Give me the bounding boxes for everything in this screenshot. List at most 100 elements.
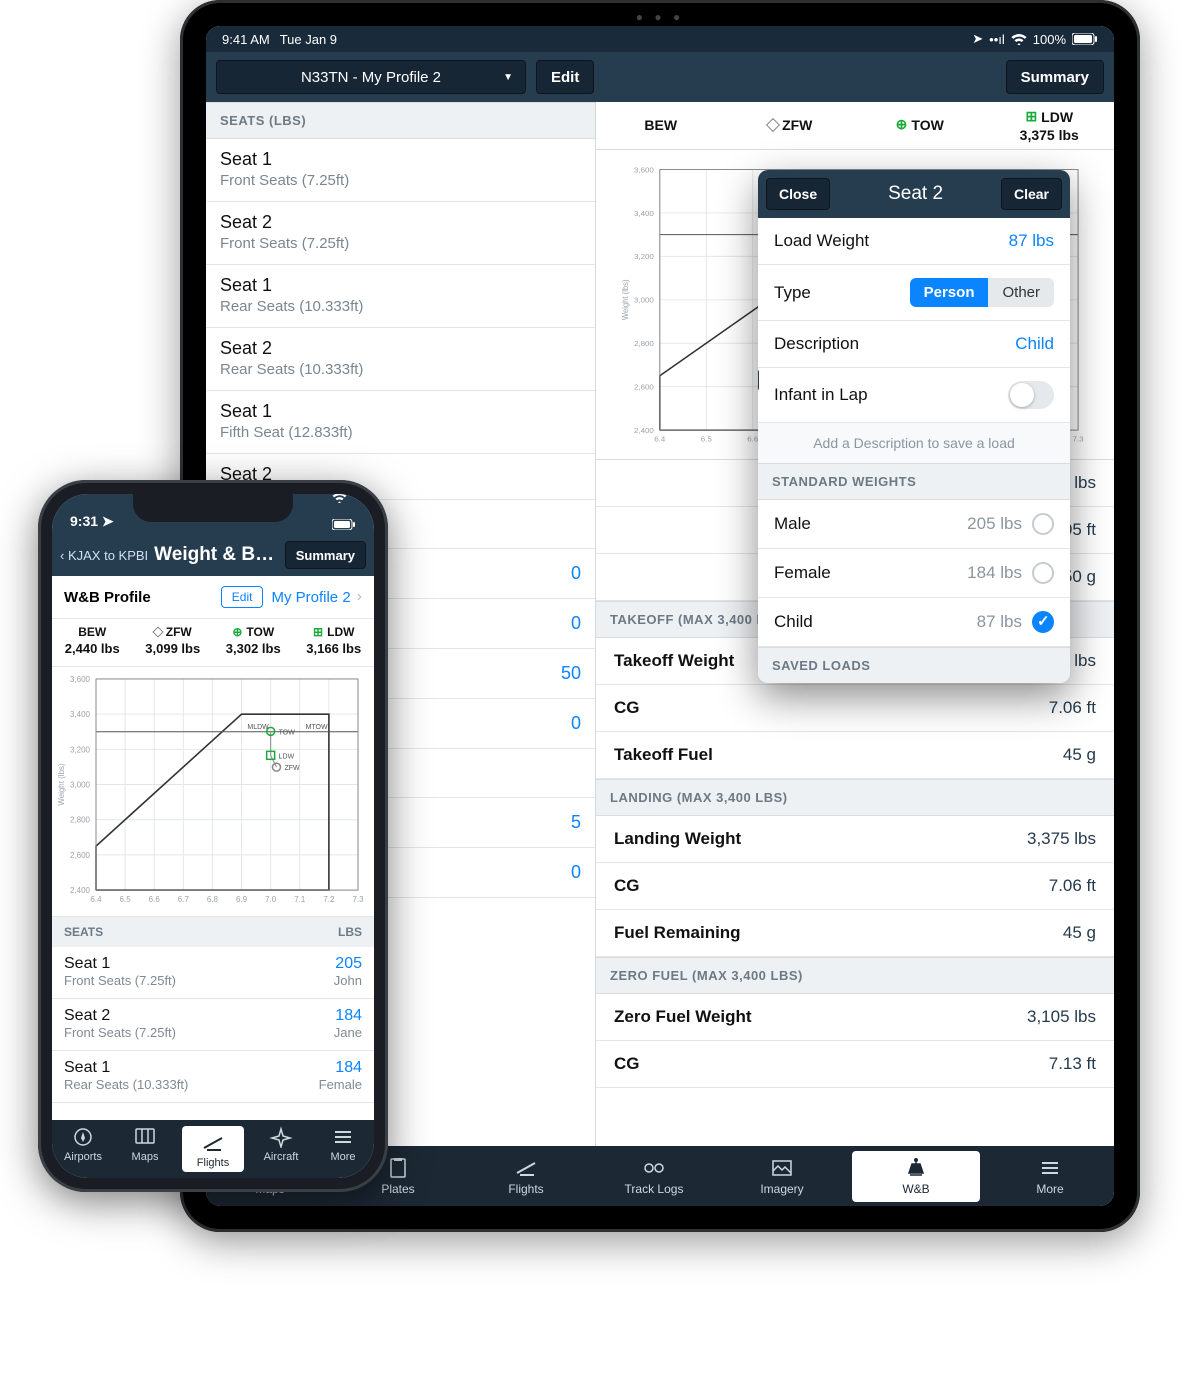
camera-dots: ● ● ●	[636, 10, 684, 24]
item-value: 0	[571, 862, 581, 883]
svg-text:2,800: 2,800	[70, 816, 91, 825]
seat-row[interactable]: Seat 1 Rear Seats (10.333ft)	[206, 265, 595, 328]
seat-weight: 184	[334, 1007, 362, 1025]
seat-subtitle: Front Seats (7.25ft)	[64, 973, 176, 988]
type-row: Type Person Other	[758, 265, 1070, 321]
iphone-tabbar: Airports Maps Flights Aircraft More	[52, 1120, 374, 1178]
radio-button[interactable]	[1032, 562, 1054, 584]
back-button[interactable]: ‹ KJAX to KPBI	[60, 548, 148, 563]
close-button[interactable]: Close	[766, 178, 830, 210]
svg-text:TOW: TOW	[279, 729, 296, 736]
standard-weight-row[interactable]: Male 205 lbs	[758, 500, 1070, 549]
seat-name: Jane	[334, 1025, 362, 1040]
tab-w&b[interactable]: W&B	[852, 1151, 980, 1202]
popover-header: Close Seat 2 Clear	[758, 170, 1070, 218]
tab-imagery[interactable]: Imagery	[718, 1151, 846, 1202]
edit-button[interactable]: Edit	[221, 586, 264, 608]
summary-row: CG 7.06 ft	[596, 685, 1114, 732]
row-value: 7.06 ft	[1049, 876, 1096, 896]
type-option-other[interactable]: Other	[988, 278, 1054, 307]
row-value: 3,375 lbs	[1027, 829, 1096, 849]
seat-subtitle: Front Seats (7.25ft)	[220, 172, 581, 189]
tab-label: Airports	[64, 1151, 102, 1163]
tab-more[interactable]: More	[312, 1120, 374, 1178]
radio-button[interactable]	[1032, 513, 1054, 535]
description-row[interactable]: Description Child	[758, 321, 1070, 368]
svg-text:7.2: 7.2	[323, 895, 335, 904]
infant-label: Infant in Lap	[774, 385, 868, 405]
tab-flights[interactable]: Flights	[462, 1151, 590, 1202]
svg-text:7.3: 7.3	[352, 895, 364, 904]
profile-dropdown-label: N33TN - My Profile 2	[301, 69, 441, 86]
ipad-status-bar: 9:41 AM Tue Jan 9 ➤ ••ıl 100%	[206, 26, 1114, 52]
svg-text:6.5: 6.5	[701, 435, 713, 444]
track logs-icon	[642, 1157, 666, 1179]
radio-button[interactable]	[1032, 611, 1054, 633]
summary-button[interactable]: Summary	[285, 541, 366, 569]
svg-text:3,200: 3,200	[70, 745, 91, 754]
status-time: 9:41 AM	[222, 32, 270, 47]
status-date: Tue Jan 9	[280, 32, 337, 47]
seat-row[interactable]: Seat 1 Fifth Seat (12.833ft)	[206, 391, 595, 454]
seat-row[interactable]: Seat 1 Rear Seats (10.333ft) 184 Female	[52, 1051, 374, 1103]
flights-icon	[201, 1132, 225, 1154]
iphone-header: ‹ KJAX to KPBI Weight & Bala... Summary	[52, 534, 374, 576]
seat-title: Seat 2	[220, 338, 581, 359]
imagery-icon	[770, 1157, 794, 1179]
row-label: CG	[614, 876, 640, 896]
infant-row: Infant in Lap	[758, 368, 1070, 423]
svg-text:6.7: 6.7	[178, 895, 190, 904]
summary-row: CG 7.13 ft	[596, 1041, 1114, 1088]
signal-icon: ••ıl	[989, 32, 1005, 47]
tab-aircraft[interactable]: Aircraft	[250, 1120, 312, 1178]
clear-button[interactable]: Clear	[1001, 178, 1062, 210]
svg-text:LDW: LDW	[279, 753, 295, 760]
edit-button[interactable]: Edit	[536, 60, 594, 94]
profile-row[interactable]: W&B Profile Edit My Profile 2 ›	[52, 576, 374, 619]
svg-text:2,400: 2,400	[70, 886, 91, 895]
tab-airports[interactable]: Airports	[52, 1120, 114, 1178]
summary-bar: BEW ZFW ⊕ TOW ⊞ LDW3,375 lbs	[596, 102, 1114, 150]
summary-row: Zero Fuel Weight 3,105 lbs	[596, 994, 1114, 1041]
seat-edit-popover: Close Seat 2 Clear Load Weight 87 lbs Ty…	[758, 170, 1070, 683]
standard-weight-row[interactable]: Female 184 lbs	[758, 549, 1070, 598]
iphone-status-icons: ıll	[332, 494, 356, 530]
svg-text:2,800: 2,800	[634, 339, 655, 348]
seat-title: Seat 1	[220, 275, 581, 296]
description-value: Child	[1015, 334, 1054, 354]
chevron-right-icon: ›	[357, 588, 362, 606]
tab-more[interactable]: More	[986, 1151, 1114, 1202]
type-option-person[interactable]: Person	[910, 278, 989, 307]
standard-name: Child	[774, 612, 813, 632]
type-segmented[interactable]: Person Other	[910, 278, 1054, 307]
seat-row[interactable]: Seat 2 Front Seats (7.25ft)	[206, 202, 595, 265]
seat-title: Seat 1	[64, 1059, 188, 1077]
tab-maps[interactable]: Maps	[114, 1120, 176, 1178]
svg-text:ZFW: ZFW	[284, 765, 300, 772]
seat-subtitle: Front Seats (7.25ft)	[64, 1025, 176, 1040]
summary-bar: BEW2,440 lbs ZFW3,099 lbs ⊕ TOW3,302 lbs…	[52, 619, 374, 667]
load-weight-row[interactable]: Load Weight 87 lbs	[758, 218, 1070, 265]
col-lbs: LBS	[338, 925, 362, 939]
svg-text:Weight (lbs): Weight (lbs)	[57, 763, 66, 806]
profile-dropdown[interactable]: N33TN - My Profile 2	[216, 60, 526, 94]
summary-tow: ⊕ TOW3,302 lbs	[213, 625, 294, 656]
summary-button[interactable]: Summary	[1006, 60, 1104, 94]
row-value: 7.13 ft	[1049, 1054, 1096, 1074]
item-value: 5	[571, 812, 581, 833]
tab-track logs[interactable]: Track Logs	[590, 1151, 718, 1202]
summary-ldw: ⊞ LDW3,166 lbs	[294, 625, 375, 656]
summary-row: CG 7.06 ft	[596, 863, 1114, 910]
standard-weight-row[interactable]: Child 87 lbs	[758, 598, 1070, 647]
tab-label: Maps	[132, 1151, 159, 1163]
seat-row[interactable]: Seat 2 Front Seats (7.25ft) 184 Jane	[52, 999, 374, 1051]
tab-flights[interactable]: Flights	[182, 1126, 244, 1172]
seat-row[interactable]: Seat 2 Rear Seats (10.333ft)	[206, 328, 595, 391]
seat-row[interactable]: Seat 1 Front Seats (7.25ft) 205 John	[52, 947, 374, 999]
infant-toggle[interactable]	[1008, 381, 1054, 409]
profile-name: My Profile 2	[271, 589, 350, 606]
standard-name: Female	[774, 563, 831, 583]
row-value: 7.06 ft	[1049, 698, 1096, 718]
seat-row[interactable]: Seat 1 Front Seats (7.25ft)	[206, 139, 595, 202]
summary-ldw: ⊞ LDW3,375 lbs	[985, 108, 1115, 143]
